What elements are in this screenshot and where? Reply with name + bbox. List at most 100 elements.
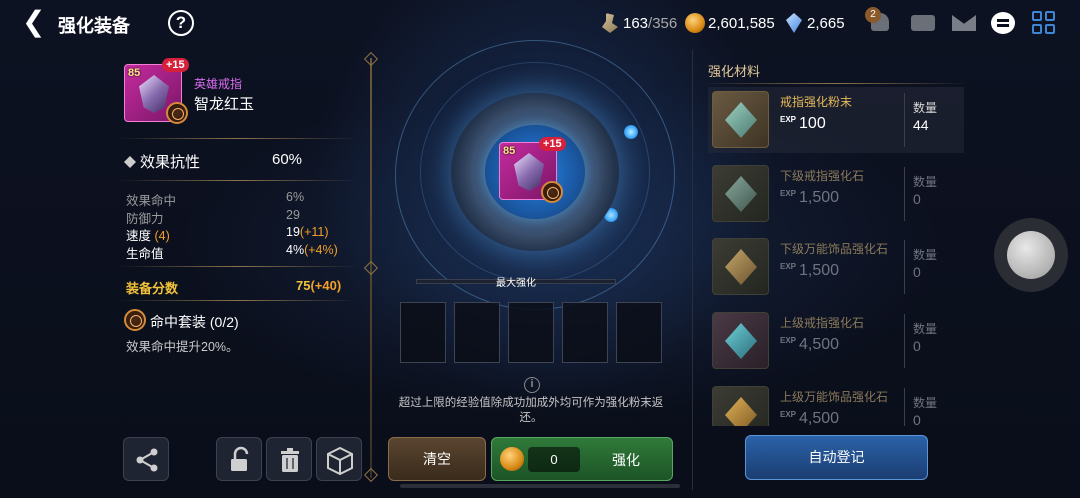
material-count: 0 (913, 338, 921, 354)
material-slot[interactable] (508, 302, 554, 363)
sub-stat-value: 4% (286, 242, 305, 257)
ring-gem-icon (139, 75, 169, 113)
share-icon (136, 448, 158, 472)
count-label: 数量 (913, 248, 938, 262)
stamina-value: 163 (623, 14, 649, 32)
menu-grid-icon[interactable] (1030, 9, 1060, 37)
scrollbar[interactable] (400, 484, 680, 488)
sub-stat-name: 效果命中 (126, 194, 177, 208)
material-item[interactable]: 上级戒指强化石 EXP 4,500 数量 0 (708, 308, 964, 374)
crystal-display[interactable]: 2,665 (784, 13, 845, 33)
sub-stat-row: 效果命中 6% (126, 190, 356, 208)
accessory-stone-icon (725, 249, 757, 285)
gold-coin-icon (500, 447, 524, 471)
material-thumbnail (712, 91, 769, 148)
divider (118, 180, 358, 181)
material-slot[interactable] (616, 302, 662, 363)
exp-icon: EXP (780, 189, 797, 198)
panel-divider (363, 51, 379, 483)
ring-powder-icon (725, 102, 757, 138)
count-label: 数量 (913, 175, 938, 189)
material-slot[interactable] (454, 302, 500, 363)
crystal-value: 2,665 (807, 14, 845, 32)
extract-button[interactable] (316, 437, 362, 481)
enhance-cost: 0 (528, 447, 580, 472)
main-stat-name: 效果抗性 (140, 154, 201, 171)
overflow-note: 超过上限的经验值除成功加成外均可作为强化粉末返还。 (398, 397, 664, 424)
material-item[interactable]: 上级万能饰品强化石 EXP 4,500 数量 0 (708, 382, 964, 426)
material-name: 下级戒指强化石 (780, 169, 865, 183)
sub-stat-roll-count: (4) (154, 229, 170, 243)
material-count: 44 (913, 117, 929, 133)
sub-stat-name: 速度 (126, 229, 152, 243)
notification-bell-icon[interactable]: 2 (865, 7, 895, 37)
material-thumbnail (712, 238, 769, 295)
stamina-max: /356 (648, 14, 678, 32)
enhance-button[interactable]: 0 强化 (491, 437, 673, 481)
stamina-icon (602, 13, 618, 33)
material-exp: 1,500 (799, 262, 840, 279)
sub-stat-row: 防御力 29 (126, 208, 356, 226)
share-button[interactable] (123, 437, 169, 481)
exp-icon: EXP (780, 262, 797, 271)
item-level: 85 (503, 145, 516, 157)
divider (118, 300, 358, 301)
exp-icon: EXP (780, 336, 797, 345)
material-exp: 1,500 (799, 189, 840, 206)
count-label: 数量 (913, 396, 938, 410)
count-label: 数量 (913, 322, 938, 336)
material-exp: 4,500 (799, 410, 840, 426)
chat-icon[interactable] (989, 9, 1019, 37)
gear-score: 装备分数 75(+40) (126, 278, 356, 297)
material-thumbnail (712, 312, 769, 369)
sub-stat-value: 29 (286, 207, 300, 222)
auto-register-button[interactable]: 自动登记 (745, 435, 928, 480)
item-level: 85 (128, 67, 141, 79)
material-thumbnail (712, 165, 769, 222)
material-count: 0 (913, 191, 921, 207)
enhance-label: 强化 (612, 452, 640, 468)
count-label: 数量 (913, 101, 938, 115)
ring-stone-icon (725, 176, 757, 212)
material-count: 0 (913, 264, 921, 280)
sub-stat-name: 防御力 (126, 211, 164, 226)
material-item[interactable]: 下级万能饰品强化石 EXP 1,500 数量 0 (708, 234, 964, 300)
material-slot[interactable] (562, 302, 608, 363)
guild-icon[interactable] (908, 9, 938, 37)
material-count: 0 (913, 412, 921, 426)
max-enhance-label: 最大强化 (496, 278, 536, 289)
gold-display[interactable]: 2,601,585 (685, 13, 775, 33)
ring-stone-icon (725, 323, 757, 359)
crystal-icon (786, 13, 802, 33)
lock-button[interactable] (216, 437, 262, 481)
set-icon (166, 102, 188, 124)
material-exp: 4,500 (799, 336, 840, 353)
trash-icon (281, 448, 299, 472)
clear-button[interactable]: 清空 (388, 437, 486, 481)
material-item[interactable]: 下级戒指强化石 EXP 1,500 数量 0 (708, 161, 964, 227)
set-name: 命中套装 (150, 314, 206, 330)
page-title: 强化装备 (58, 16, 130, 36)
material-name: 戒指强化粉末 (780, 95, 853, 109)
floating-assistive-button[interactable] (994, 218, 1068, 292)
help-icon[interactable]: ? (168, 10, 194, 36)
exp-icon: EXP (780, 410, 797, 419)
set-icon (541, 181, 563, 203)
set-progress: (0/2) (209, 314, 239, 330)
gold-coin-icon (685, 13, 705, 33)
sell-button[interactable] (266, 437, 312, 481)
sub-stat-row: 生命值 4%(+4%) (126, 243, 356, 261)
stamina-display[interactable]: 163/356 (600, 13, 677, 33)
mail-icon[interactable] (950, 9, 980, 37)
accessory-stone-icon (725, 397, 757, 426)
sub-stat-value: 19 (286, 225, 300, 239)
divider (118, 266, 358, 267)
material-slot[interactable] (400, 302, 446, 363)
material-name: 上级万能饰品强化石 (780, 390, 889, 404)
sub-stat-bonus: (+4%) (304, 242, 338, 257)
back-arrow-icon[interactable]: ❮ (22, 8, 52, 38)
material-item[interactable]: 戒指强化粉末 EXP 100 数量 44 (708, 87, 964, 153)
exp-icon: EXP (780, 115, 797, 124)
info-icon[interactable]: i (524, 377, 540, 393)
divider (118, 138, 358, 139)
